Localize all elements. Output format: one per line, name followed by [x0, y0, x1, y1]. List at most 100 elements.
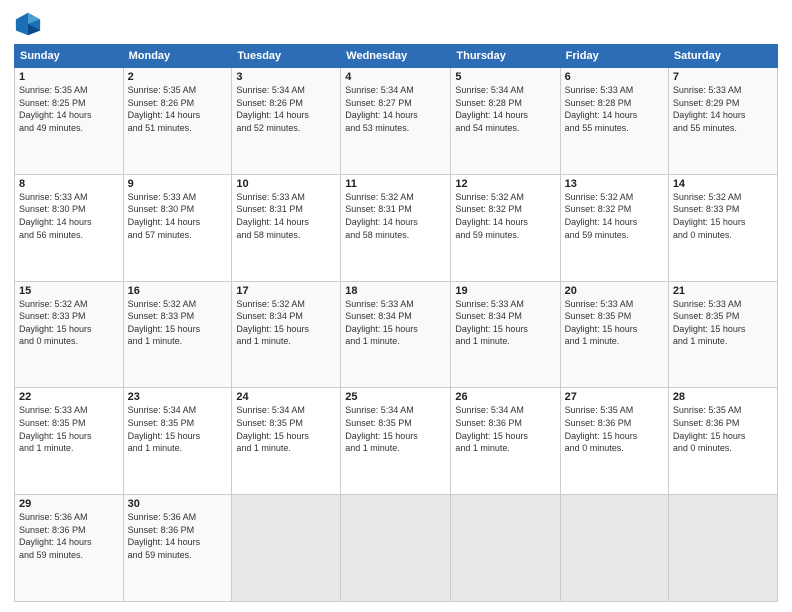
page: SundayMondayTuesdayWednesdayThursdayFrid… [0, 0, 792, 612]
header-day-saturday: Saturday [668, 45, 777, 68]
calendar-cell: 18Sunrise: 5:33 AM Sunset: 8:34 PM Dayli… [341, 281, 451, 388]
day-number: 3 [236, 71, 336, 83]
calendar-cell [341, 495, 451, 602]
logo-icon [14, 10, 42, 38]
calendar-cell: 4Sunrise: 5:34 AM Sunset: 8:27 PM Daylig… [341, 68, 451, 175]
calendar-cell [232, 495, 341, 602]
week-row-5: 29Sunrise: 5:36 AM Sunset: 8:36 PM Dayli… [15, 495, 778, 602]
calendar-cell: 16Sunrise: 5:32 AM Sunset: 8:33 PM Dayli… [123, 281, 232, 388]
day-info: Sunrise: 5:34 AM Sunset: 8:26 PM Dayligh… [236, 84, 336, 134]
calendar-cell: 10Sunrise: 5:33 AM Sunset: 8:31 PM Dayli… [232, 174, 341, 281]
day-number: 19 [455, 285, 555, 297]
day-info: Sunrise: 5:35 AM Sunset: 8:25 PM Dayligh… [19, 84, 119, 134]
day-number: 14 [673, 178, 773, 190]
day-info: Sunrise: 5:32 AM Sunset: 8:31 PM Dayligh… [345, 191, 446, 241]
day-number: 4 [345, 71, 446, 83]
calendar-cell: 28Sunrise: 5:35 AM Sunset: 8:36 PM Dayli… [668, 388, 777, 495]
day-info: Sunrise: 5:33 AM Sunset: 8:35 PM Dayligh… [19, 404, 119, 454]
day-info: Sunrise: 5:33 AM Sunset: 8:35 PM Dayligh… [673, 298, 773, 348]
calendar-cell: 6Sunrise: 5:33 AM Sunset: 8:28 PM Daylig… [560, 68, 668, 175]
calendar-cell: 17Sunrise: 5:32 AM Sunset: 8:34 PM Dayli… [232, 281, 341, 388]
calendar-cell: 30Sunrise: 5:36 AM Sunset: 8:36 PM Dayli… [123, 495, 232, 602]
day-number: 2 [128, 71, 228, 83]
calendar-cell: 21Sunrise: 5:33 AM Sunset: 8:35 PM Dayli… [668, 281, 777, 388]
header [14, 10, 778, 38]
day-number: 15 [19, 285, 119, 297]
day-info: Sunrise: 5:33 AM Sunset: 8:30 PM Dayligh… [19, 191, 119, 241]
week-row-4: 22Sunrise: 5:33 AM Sunset: 8:35 PM Dayli… [15, 388, 778, 495]
day-info: Sunrise: 5:33 AM Sunset: 8:28 PM Dayligh… [565, 84, 664, 134]
calendar-cell: 23Sunrise: 5:34 AM Sunset: 8:35 PM Dayli… [123, 388, 232, 495]
calendar-cell: 5Sunrise: 5:34 AM Sunset: 8:28 PM Daylig… [451, 68, 560, 175]
day-info: Sunrise: 5:33 AM Sunset: 8:31 PM Dayligh… [236, 191, 336, 241]
day-number: 1 [19, 71, 119, 83]
week-row-2: 8Sunrise: 5:33 AM Sunset: 8:30 PM Daylig… [15, 174, 778, 281]
day-info: Sunrise: 5:35 AM Sunset: 8:36 PM Dayligh… [673, 404, 773, 454]
calendar-cell: 27Sunrise: 5:35 AM Sunset: 8:36 PM Dayli… [560, 388, 668, 495]
day-number: 23 [128, 391, 228, 403]
calendar-cell: 12Sunrise: 5:32 AM Sunset: 8:32 PM Dayli… [451, 174, 560, 281]
calendar-cell: 11Sunrise: 5:32 AM Sunset: 8:31 PM Dayli… [341, 174, 451, 281]
day-number: 26 [455, 391, 555, 403]
day-info: Sunrise: 5:34 AM Sunset: 8:35 PM Dayligh… [236, 404, 336, 454]
calendar-cell: 3Sunrise: 5:34 AM Sunset: 8:26 PM Daylig… [232, 68, 341, 175]
day-number: 7 [673, 71, 773, 83]
day-info: Sunrise: 5:33 AM Sunset: 8:35 PM Dayligh… [565, 298, 664, 348]
calendar-cell: 1Sunrise: 5:35 AM Sunset: 8:25 PM Daylig… [15, 68, 124, 175]
logo [14, 10, 46, 38]
week-row-3: 15Sunrise: 5:32 AM Sunset: 8:33 PM Dayli… [15, 281, 778, 388]
calendar-header: SundayMondayTuesdayWednesdayThursdayFrid… [15, 45, 778, 68]
header-day-friday: Friday [560, 45, 668, 68]
day-info: Sunrise: 5:34 AM Sunset: 8:36 PM Dayligh… [455, 404, 555, 454]
calendar-cell: 25Sunrise: 5:34 AM Sunset: 8:35 PM Dayli… [341, 388, 451, 495]
week-row-1: 1Sunrise: 5:35 AM Sunset: 8:25 PM Daylig… [15, 68, 778, 175]
calendar-cell [560, 495, 668, 602]
day-number: 10 [236, 178, 336, 190]
day-number: 27 [565, 391, 664, 403]
calendar-table: SundayMondayTuesdayWednesdayThursdayFrid… [14, 44, 778, 602]
day-info: Sunrise: 5:33 AM Sunset: 8:29 PM Dayligh… [673, 84, 773, 134]
day-info: Sunrise: 5:32 AM Sunset: 8:33 PM Dayligh… [673, 191, 773, 241]
day-info: Sunrise: 5:36 AM Sunset: 8:36 PM Dayligh… [128, 511, 228, 561]
day-info: Sunrise: 5:32 AM Sunset: 8:32 PM Dayligh… [455, 191, 555, 241]
calendar-cell: 14Sunrise: 5:32 AM Sunset: 8:33 PM Dayli… [668, 174, 777, 281]
day-number: 16 [128, 285, 228, 297]
calendar-cell: 7Sunrise: 5:33 AM Sunset: 8:29 PM Daylig… [668, 68, 777, 175]
day-number: 30 [128, 498, 228, 510]
calendar-body: 1Sunrise: 5:35 AM Sunset: 8:25 PM Daylig… [15, 68, 778, 602]
calendar-cell: 29Sunrise: 5:36 AM Sunset: 8:36 PM Dayli… [15, 495, 124, 602]
day-number: 21 [673, 285, 773, 297]
day-number: 11 [345, 178, 446, 190]
day-number: 12 [455, 178, 555, 190]
day-info: Sunrise: 5:33 AM Sunset: 8:30 PM Dayligh… [128, 191, 228, 241]
day-number: 22 [19, 391, 119, 403]
calendar-cell: 20Sunrise: 5:33 AM Sunset: 8:35 PM Dayli… [560, 281, 668, 388]
day-info: Sunrise: 5:33 AM Sunset: 8:34 PM Dayligh… [345, 298, 446, 348]
day-info: Sunrise: 5:36 AM Sunset: 8:36 PM Dayligh… [19, 511, 119, 561]
day-number: 5 [455, 71, 555, 83]
day-info: Sunrise: 5:32 AM Sunset: 8:33 PM Dayligh… [19, 298, 119, 348]
calendar-cell: 13Sunrise: 5:32 AM Sunset: 8:32 PM Dayli… [560, 174, 668, 281]
calendar-cell: 24Sunrise: 5:34 AM Sunset: 8:35 PM Dayli… [232, 388, 341, 495]
calendar-cell: 26Sunrise: 5:34 AM Sunset: 8:36 PM Dayli… [451, 388, 560, 495]
day-number: 25 [345, 391, 446, 403]
day-info: Sunrise: 5:33 AM Sunset: 8:34 PM Dayligh… [455, 298, 555, 348]
day-info: Sunrise: 5:34 AM Sunset: 8:35 PM Dayligh… [345, 404, 446, 454]
calendar-cell: 15Sunrise: 5:32 AM Sunset: 8:33 PM Dayli… [15, 281, 124, 388]
calendar-cell: 9Sunrise: 5:33 AM Sunset: 8:30 PM Daylig… [123, 174, 232, 281]
calendar-cell [668, 495, 777, 602]
header-day-monday: Monday [123, 45, 232, 68]
calendar-cell: 19Sunrise: 5:33 AM Sunset: 8:34 PM Dayli… [451, 281, 560, 388]
day-number: 29 [19, 498, 119, 510]
calendar-cell: 8Sunrise: 5:33 AM Sunset: 8:30 PM Daylig… [15, 174, 124, 281]
day-number: 17 [236, 285, 336, 297]
day-number: 6 [565, 71, 664, 83]
day-info: Sunrise: 5:32 AM Sunset: 8:33 PM Dayligh… [128, 298, 228, 348]
header-day-tuesday: Tuesday [232, 45, 341, 68]
day-info: Sunrise: 5:34 AM Sunset: 8:27 PM Dayligh… [345, 84, 446, 134]
day-info: Sunrise: 5:34 AM Sunset: 8:28 PM Dayligh… [455, 84, 555, 134]
header-day-thursday: Thursday [451, 45, 560, 68]
header-day-wednesday: Wednesday [341, 45, 451, 68]
calendar-cell: 22Sunrise: 5:33 AM Sunset: 8:35 PM Dayli… [15, 388, 124, 495]
day-info: Sunrise: 5:32 AM Sunset: 8:34 PM Dayligh… [236, 298, 336, 348]
